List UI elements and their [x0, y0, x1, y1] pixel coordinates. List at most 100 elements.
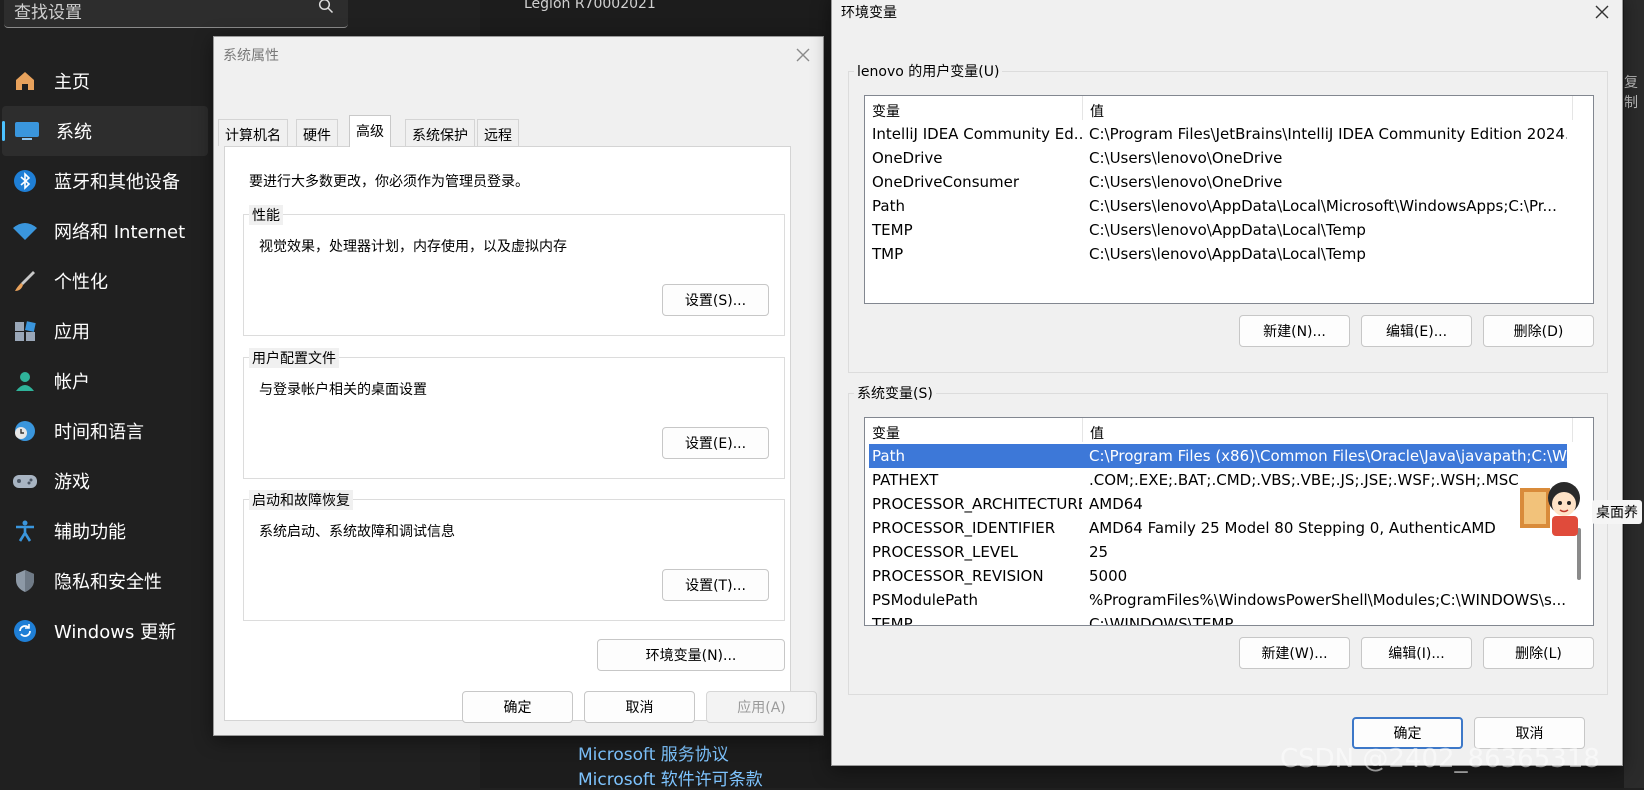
column-value[interactable]: 值 [1083, 96, 1573, 120]
nav-item-gaming[interactable]: 游戏 [0, 456, 210, 506]
list-header: 变量 值 [865, 96, 1593, 120]
column-variable[interactable]: 变量 [865, 96, 1083, 120]
nav-item-time-language[interactable]: 时间和语言 [0, 406, 210, 456]
system-new-button[interactable]: 新建(W)... [1239, 637, 1350, 669]
sysprops-cancel-button[interactable]: 取消 [584, 691, 695, 723]
column-value[interactable]: 值 [1083, 418, 1573, 442]
variable-value-cell: %ProgramFiles%\WindowsPowerShell\Modules… [1089, 591, 1567, 609]
link-ms-services-agreement[interactable]: Microsoft 服务协议 [578, 740, 729, 765]
right-background-strip [1624, 0, 1644, 788]
startup-recovery-settings-button[interactable]: 设置(T)... [662, 569, 769, 601]
sync-icon [12, 618, 38, 644]
performance-desc: 视觉效果，处理器计划，内存使用，以及虚拟内存 [259, 239, 567, 255]
table-row[interactable]: Path C:\Program Files (x86)\Common Files\… [869, 444, 1567, 468]
variable-name-cell: IntelliJ IDEA Community Ed... [872, 125, 1082, 143]
variable-name-cell: PROCESSOR_ARCHITECTURE [872, 495, 1082, 513]
variable-name-cell: TEMP [872, 221, 913, 239]
tab-system-protection[interactable]: 系统保护 [405, 119, 475, 146]
nav-item-accessibility[interactable]: 辅助功能 [0, 506, 210, 556]
nav-label: 系统 [56, 122, 92, 143]
table-row[interactable]: TEMP C:\WINDOWS\TEMP [869, 612, 1567, 625]
monitor-icon [14, 118, 40, 144]
user-profile-settings-button[interactable]: 设置(E)... [662, 427, 769, 459]
dialog-title: 系统属性 [223, 48, 279, 64]
user-profile-legend: 用户配置文件 [249, 348, 339, 368]
bluetooth-icon [12, 168, 38, 194]
table-row[interactable]: TMP C:\Users\lenovo\AppData\Local\Temp [869, 242, 1567, 266]
search-placeholder: 查找设置 [14, 3, 82, 23]
shield-icon [12, 568, 38, 594]
search-icon[interactable] [318, 0, 334, 14]
close-icon[interactable] [793, 45, 813, 65]
table-row[interactable]: PROCESSOR_IDENTIFIER AMD64 Family 25 Mode… [869, 516, 1567, 540]
variable-name-cell: OneDriveConsumer [872, 173, 1020, 191]
settings-search-box[interactable]: 查找设置 [4, 0, 348, 28]
table-row[interactable]: OneDriveConsumer C:\Users\lenovo\OneDrive [869, 170, 1567, 194]
cartoon-sticker-icon[interactable] [1520, 474, 1586, 540]
table-row[interactable]: Path C:\Users\lenovo\AppData\Local\Micros… [869, 194, 1567, 218]
nav-item-personalization[interactable]: 个性化 [0, 256, 210, 306]
variable-name-cell: TMP [872, 245, 904, 263]
system-edit-button[interactable]: 编辑(I)... [1361, 637, 1472, 669]
nav-item-bluetooth[interactable]: 蓝牙和其他设备 [0, 156, 210, 206]
nav-label: 游戏 [54, 472, 90, 493]
table-row[interactable]: OneDrive C:\Users\lenovo\OneDrive [869, 146, 1567, 170]
variable-value-cell: 5000 [1089, 567, 1128, 585]
nav-item-network[interactable]: 网络和 Internet [0, 206, 210, 256]
user-new-button[interactable]: 新建(N)... [1239, 315, 1350, 347]
tab-hardware[interactable]: 硬件 [296, 119, 338, 146]
sysprops-apply-button[interactable]: 应用(A) [706, 691, 817, 723]
environment-variables-button[interactable]: 环境变量(N)... [597, 639, 785, 671]
nav-label: Windows 更新 [54, 622, 177, 643]
startup-recovery-desc: 系统启动、系统故障和调试信息 [259, 524, 455, 540]
close-icon[interactable] [1592, 2, 1612, 22]
list-header: 变量 值 [865, 418, 1593, 442]
tab-computer-name[interactable]: 计算机名 [218, 119, 288, 146]
nav-item-home[interactable]: 主页 [0, 56, 210, 106]
variable-value-cell: .COM;.EXE;.BAT;.CMD;.VBS;.VBE;.JS;.JSE;.… [1089, 471, 1519, 489]
user-edit-button[interactable]: 编辑(E)... [1361, 315, 1472, 347]
performance-settings-button[interactable]: 设置(S)... [662, 284, 769, 316]
system-variables-list[interactable]: 变量 值 Path C:\Program Files (x86)\Common F… [864, 417, 1594, 626]
table-row[interactable]: PSModulePath %ProgramFiles%\WindowsPowerS… [869, 588, 1567, 612]
table-row[interactable]: IntelliJ IDEA Community Ed... C:\Program … [869, 122, 1567, 146]
variable-value-cell: C:\Users\lenovo\AppData\Local\Temp [1089, 221, 1366, 239]
nav-item-apps[interactable]: 应用 [0, 306, 210, 356]
nav-item-privacy[interactable]: 隐私和安全性 [0, 556, 210, 606]
variable-name-cell: Path [872, 447, 905, 465]
table-row[interactable]: PROCESSOR_ARCHITECTURE AMD64 [869, 492, 1567, 516]
performance-group: 视觉效果，处理器计划，内存使用，以及虚拟内存 设置(S)... [243, 214, 785, 336]
user-delete-button[interactable]: 删除(D) [1483, 315, 1594, 347]
dialog-title: 环境变量 [841, 5, 897, 21]
nav-label: 隐私和安全性 [54, 572, 162, 593]
table-row[interactable]: TEMP C:\Users\lenovo\AppData\Local\Temp [869, 218, 1567, 242]
wifi-icon [12, 218, 38, 244]
system-variables-group: 变量 值 Path C:\Program Files (x86)\Common F… [848, 393, 1608, 695]
tab-remote[interactable]: 远程 [477, 119, 519, 146]
variable-value-cell: AMD64 Family 25 Model 80 Stepping 0, Aut… [1089, 519, 1496, 537]
user-variables-list[interactable]: 变量 值 IntelliJ IDEA Community Ed... C:\Pro… [864, 95, 1594, 304]
sticker-label: 桌面养 [1592, 500, 1642, 524]
admin-note: 要进行大多数更改，你必须作为管理员登录。 [249, 174, 529, 190]
table-row[interactable]: PATHEXT .COM;.EXE;.BAT;.CMD;.VBS;.VBE;.JS… [869, 468, 1567, 492]
settings-nav: 主页 系统 蓝牙和其他设备 网络和 Internet 个性化 应用 帐户 时间和… [0, 56, 210, 656]
user-profile-desc: 与登录帐户相关的桌面设置 [259, 382, 427, 398]
nav-item-system[interactable]: 系统 [2, 106, 208, 156]
system-delete-button[interactable]: 删除(L) [1483, 637, 1594, 669]
nav-label: 帐户 [54, 372, 90, 393]
variable-value-cell: C:\Users\lenovo\AppData\Local\Microsoft\… [1089, 197, 1557, 215]
startup-recovery-group: 系统启动、系统故障和调试信息 设置(T)... [243, 499, 785, 621]
nav-label: 主页 [54, 72, 90, 93]
tab-advanced[interactable]: 高级 [349, 115, 391, 147]
link-ms-license-terms[interactable]: Microsoft 软件许可条款 [578, 765, 763, 790]
sysprops-ok-button[interactable]: 确定 [462, 691, 573, 723]
table-row[interactable]: PROCESSOR_REVISION 5000 [869, 564, 1567, 588]
table-row[interactable]: PROCESSOR_LEVEL 25 [869, 540, 1567, 564]
nav-label: 个性化 [54, 272, 108, 293]
column-variable[interactable]: 变量 [865, 418, 1083, 442]
nav-item-accounts[interactable]: 帐户 [0, 356, 210, 406]
nav-label: 时间和语言 [54, 422, 144, 443]
nav-label: 辅助功能 [54, 522, 126, 543]
variable-name-cell: OneDrive [872, 149, 943, 167]
nav-item-windows-update[interactable]: Windows 更新 [0, 606, 210, 656]
